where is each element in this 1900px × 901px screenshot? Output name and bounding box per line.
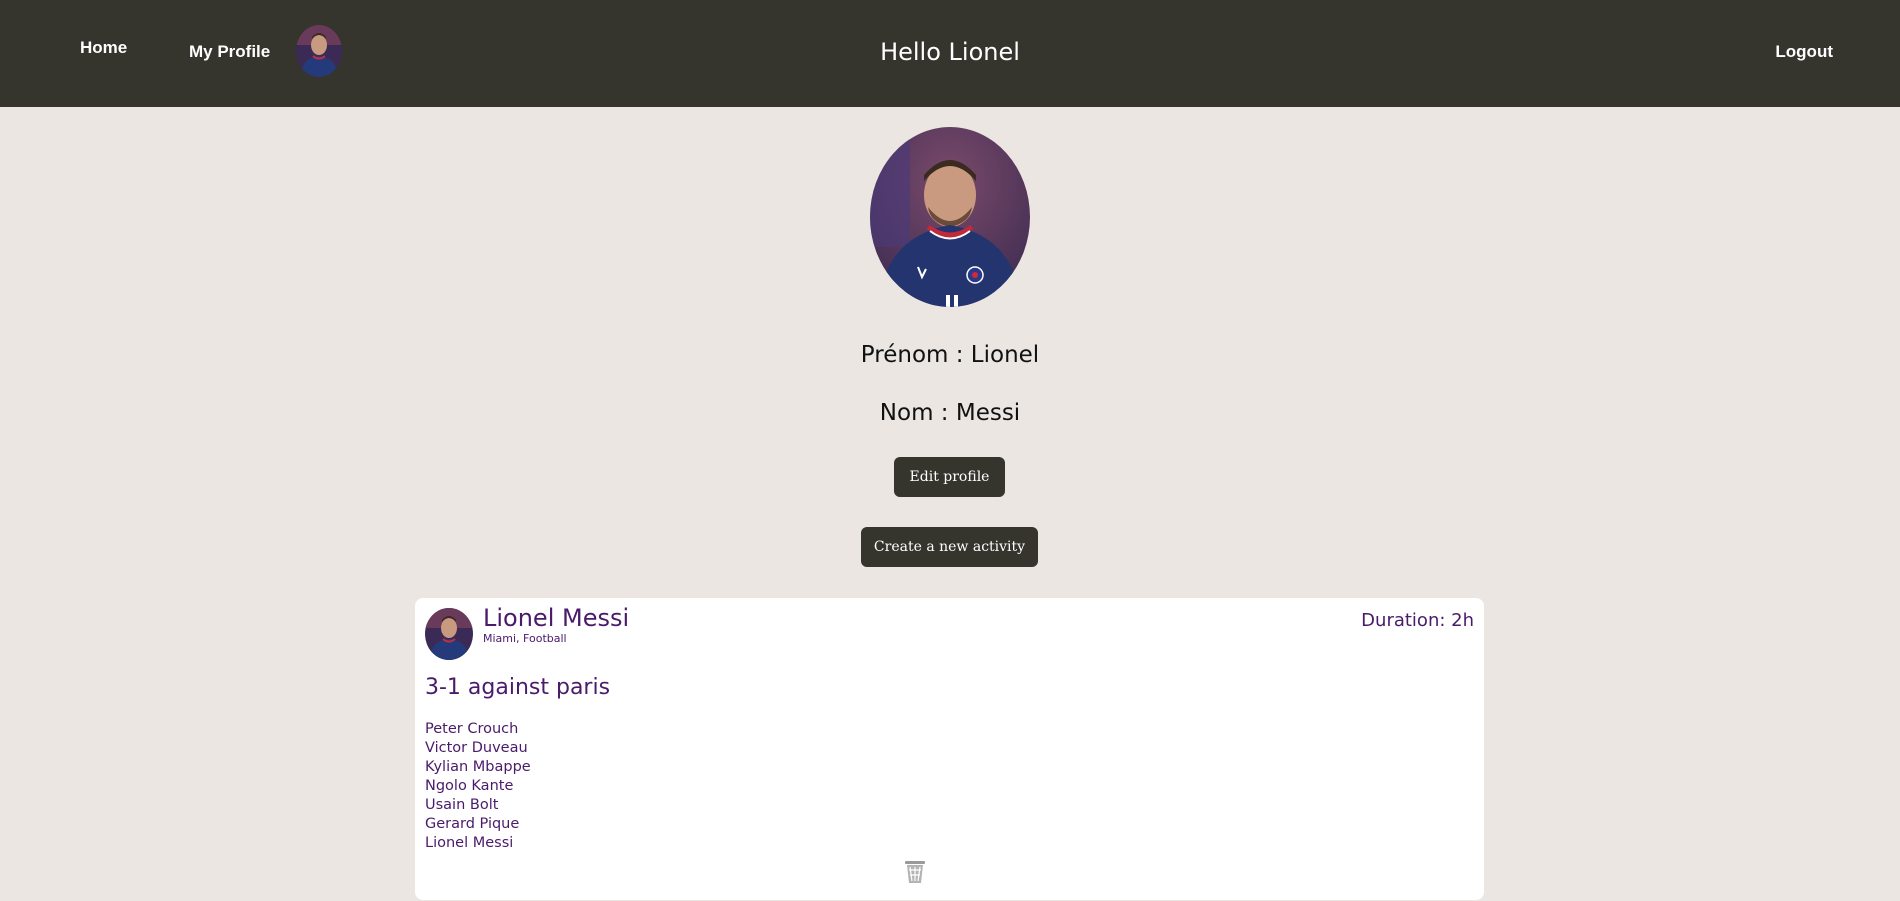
logout-link[interactable]: Logout [1775,42,1833,62]
delete-activity-button[interactable] [903,858,927,884]
top-navigation-bar: Home My Profile Hello Lionel Logout [0,0,1900,107]
participant-item: Gerard Pique [425,816,520,832]
greeting-text: Hello Lionel [880,38,1020,66]
profile-first-name: Prénom : Lionel [860,342,1040,368]
participant-item: Usain Bolt [425,797,499,813]
participant-item: Lionel Messi [425,835,514,851]
activity-author-avatar[interactable] [425,608,473,660]
activity-location-sport: Miami, Football [483,632,567,645]
participant-item: Ngolo Kante [425,778,514,794]
profile-photo-icon [870,127,1030,307]
profile-last-name: Nom : Messi [879,400,1021,426]
activity-title: 3-1 against paris [425,675,611,700]
trash-icon [905,861,925,883]
activity-author-name[interactable]: Lionel Messi [483,604,629,632]
create-activity-button[interactable]: Create a new activity [861,527,1038,567]
participant-list: Peter Crouch Victor Duveau Kylian Mbappe… [425,720,531,853]
activity-card: Lionel Messi Miami, Football Duration: 2… [415,598,1484,900]
activity-duration: Duration: 2h [1361,610,1474,631]
profile-photo [870,127,1030,307]
edit-profile-button[interactable]: Edit profile [894,457,1005,497]
participant-item: Victor Duveau [425,740,528,756]
participant-item: Peter Crouch [425,721,519,737]
author-photo-icon [425,608,473,660]
participant-item: Kylian Mbappe [425,759,531,775]
